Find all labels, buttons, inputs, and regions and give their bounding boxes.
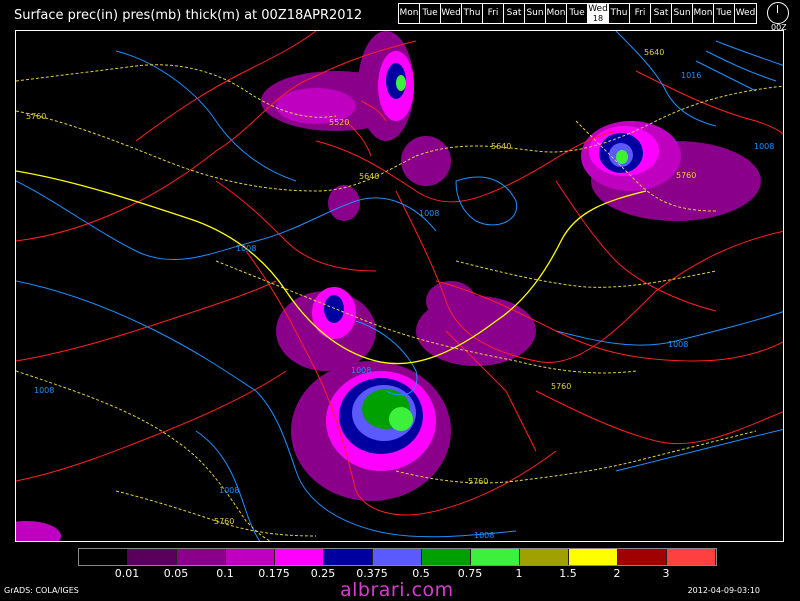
day-button[interactable]: Fri [630, 4, 651, 23]
thickness-label: 5760 [26, 112, 46, 121]
day-label: Wed [441, 8, 461, 18]
pressure-label: 1008 [419, 209, 439, 218]
pressure-label: 1016 [681, 71, 701, 80]
forecast-map: 1008 1008 1008 1008 1008 1008 1008 1016 … [15, 30, 784, 542]
legend-label: 1.5 [559, 567, 577, 580]
day-label: Mon [693, 8, 713, 18]
day-button[interactable]: Sun [672, 4, 693, 23]
day-label: Thu [463, 8, 481, 18]
day-button[interactable]: Wed [441, 4, 462, 23]
legend-label: 2 [613, 567, 621, 580]
thickness-label: 5760 [214, 517, 234, 526]
legend-label: 0.75 [457, 567, 483, 580]
legend-label: 0.25 [310, 567, 336, 580]
day-button[interactable]: Tue [420, 4, 441, 23]
day-date: 18 [592, 14, 604, 23]
day-label: Fri [487, 8, 499, 18]
day-label: Tue [422, 8, 438, 18]
day-button[interactable]: Wed [735, 4, 756, 23]
thickness-label: 5640 [359, 172, 379, 181]
clock-icon [767, 2, 789, 24]
day-label: Tue [569, 8, 585, 18]
day-button[interactable]: Wed 18 [588, 4, 609, 23]
legend-swatch [177, 549, 226, 565]
legend-label: 0.175 [258, 567, 290, 580]
watermark: albrari.com [340, 579, 454, 601]
legend-swatch [275, 549, 324, 565]
pressure-label: 1008 [668, 340, 688, 349]
pressure-label: 1008 [219, 486, 239, 495]
day-button[interactable]: Sat [651, 4, 672, 23]
thickness-label: 5640 [644, 48, 664, 57]
legend-label: 1 [515, 567, 523, 580]
day-label: Wed [588, 4, 608, 14]
day-button[interactable]: Mon [546, 4, 567, 23]
pressure-label: 1008 [754, 142, 774, 151]
day-button[interactable]: Fri [483, 4, 504, 23]
pressure-label: 1008 [474, 531, 494, 540]
legend-swatch [422, 549, 471, 565]
day-button[interactable]: Tue [714, 4, 735, 23]
run-timestamp: 2012-04-09-03:10 [687, 586, 760, 595]
legend-label: 0.1 [216, 567, 234, 580]
day-button[interactable]: Mon [693, 4, 714, 23]
thickness-label: 5760 [551, 382, 571, 391]
legend-swatch [373, 549, 422, 565]
legend-swatch [226, 549, 275, 565]
legend-label: 3 [662, 567, 670, 580]
legend-swatch [569, 549, 618, 565]
day-button[interactable]: Sat [504, 4, 525, 23]
day-label: Fri [634, 8, 646, 18]
legend-swatch [667, 549, 716, 565]
day-label: Sun [673, 8, 691, 18]
pressure-label: 1008 [236, 244, 256, 253]
thickness-label: 5520 [329, 118, 349, 127]
legend-swatch [324, 549, 373, 565]
thickness-label: 5760 [676, 171, 696, 180]
day-button[interactable]: Sun [525, 4, 546, 23]
pressure-label: 1008 [34, 386, 54, 395]
legend-label: 0.05 [163, 567, 189, 580]
thickness-label: 5760 [468, 477, 488, 486]
pressure-label: 1008 [351, 366, 371, 375]
grads-credit: GrADS: COLA/IGES [4, 586, 79, 595]
day-selector[interactable]: Mon Tue Wed Thu Fri Sat Sun Mon Tue Wed 18 Thu Fri Sa… [398, 3, 757, 24]
day-label: Sat [653, 8, 669, 18]
legend-swatch [618, 549, 667, 565]
day-button[interactable]: Tue [567, 4, 588, 23]
map-title: Surface prec(in) pres(mb) thick(m) at 00… [14, 8, 363, 23]
day-label: Wed [735, 8, 756, 18]
legend-swatch [128, 549, 177, 565]
thickness-label: 5640 [491, 142, 511, 151]
day-label: Sat [506, 8, 522, 18]
map-canvas: 1008 1008 1008 1008 1008 1008 1008 1016 … [16, 31, 783, 541]
legend-swatch [471, 549, 520, 565]
day-button[interactable]: Thu [609, 4, 630, 23]
legend-swatch [520, 549, 569, 565]
day-button[interactable]: Thu [462, 4, 483, 23]
day-label: Sun [526, 8, 544, 18]
day-button[interactable]: Mon [399, 4, 420, 23]
legend-swatch [79, 549, 128, 565]
precip-fields [16, 31, 761, 541]
day-label: Mon [399, 8, 419, 18]
precip-color-legend [78, 548, 717, 566]
day-label: Tue [716, 8, 732, 18]
day-label: Thu [610, 8, 628, 18]
legend-label: 0.01 [114, 567, 140, 580]
day-label: Mon [546, 8, 566, 18]
